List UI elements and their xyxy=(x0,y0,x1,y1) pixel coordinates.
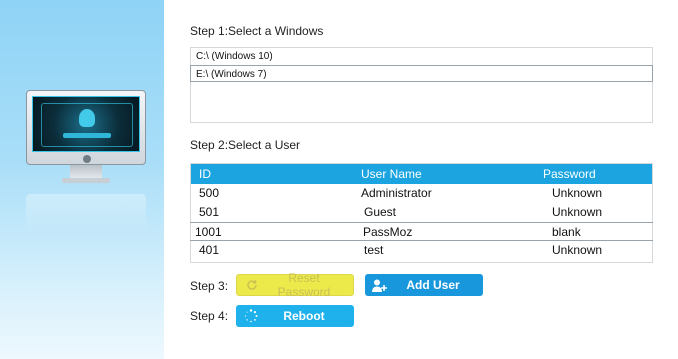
reboot-button[interactable]: Reboot xyxy=(236,305,354,327)
cell-password: Unknown xyxy=(552,243,603,257)
left-illustration-panel xyxy=(0,0,164,359)
password-bar-graphic xyxy=(63,133,111,138)
cell-password: Unknown xyxy=(552,205,603,219)
user-table[interactable]: ID User Name Password 500 Administrator … xyxy=(190,163,653,263)
cell-id: 500 xyxy=(199,186,220,200)
login-screen-graphic xyxy=(32,96,140,152)
step3-label: Step 3: xyxy=(190,279,229,293)
cell-user-name: PassMoz xyxy=(363,225,413,239)
table-row-selected[interactable]: 1001 PassMoz blank xyxy=(190,222,653,241)
table-row[interactable]: 500 Administrator Unknown xyxy=(191,184,652,203)
add-user-button[interactable]: Add User xyxy=(365,274,483,296)
computer-illustration xyxy=(26,90,146,190)
cell-id: 501 xyxy=(199,205,220,219)
cell-password: blank xyxy=(552,225,581,239)
cell-user-name: Guest xyxy=(364,205,397,219)
step1-label: Step 1:Select a Windows xyxy=(190,24,324,38)
header-user-name: User Name xyxy=(361,167,422,181)
cell-user-name: Administrator xyxy=(361,186,432,200)
refresh-icon xyxy=(241,279,263,291)
add-user-icon xyxy=(369,279,391,292)
cell-user-name: test xyxy=(364,243,384,257)
add-user-label: Add User xyxy=(406,278,460,292)
reboot-label: Reboot xyxy=(283,309,325,323)
step2-label: Step 2:Select a User xyxy=(190,138,301,152)
table-row[interactable]: 501 Guest Unknown xyxy=(191,203,652,222)
table-row[interactable]: 401 test Unknown xyxy=(191,241,652,260)
header-id: ID xyxy=(199,167,211,181)
user-avatar-icon xyxy=(79,109,95,127)
monitor-base xyxy=(62,178,110,183)
windows-list-item[interactable]: C:\ (Windows 10) xyxy=(191,48,652,65)
windows-list-item-selected[interactable]: E:\ (Windows 7) xyxy=(190,65,653,82)
monitor-reflection xyxy=(26,194,146,234)
cell-password: Unknown xyxy=(552,186,603,200)
step4-label: Step 4: xyxy=(190,309,229,323)
reset-password-button[interactable]: Reset Password xyxy=(236,271,354,299)
user-table-header: ID User Name Password xyxy=(191,164,652,184)
cell-id: 1001 xyxy=(195,225,222,239)
monitor-logo-icon xyxy=(83,155,91,163)
spinner-icon xyxy=(240,309,262,323)
monitor-stand xyxy=(70,165,102,179)
windows-list[interactable]: C:\ (Windows 10) E:\ (Windows 7) xyxy=(190,47,653,123)
header-password: Password xyxy=(543,167,596,181)
monitor-icon xyxy=(26,90,146,165)
reset-password-label: Reset Password xyxy=(277,271,331,299)
cell-id: 401 xyxy=(199,243,220,257)
